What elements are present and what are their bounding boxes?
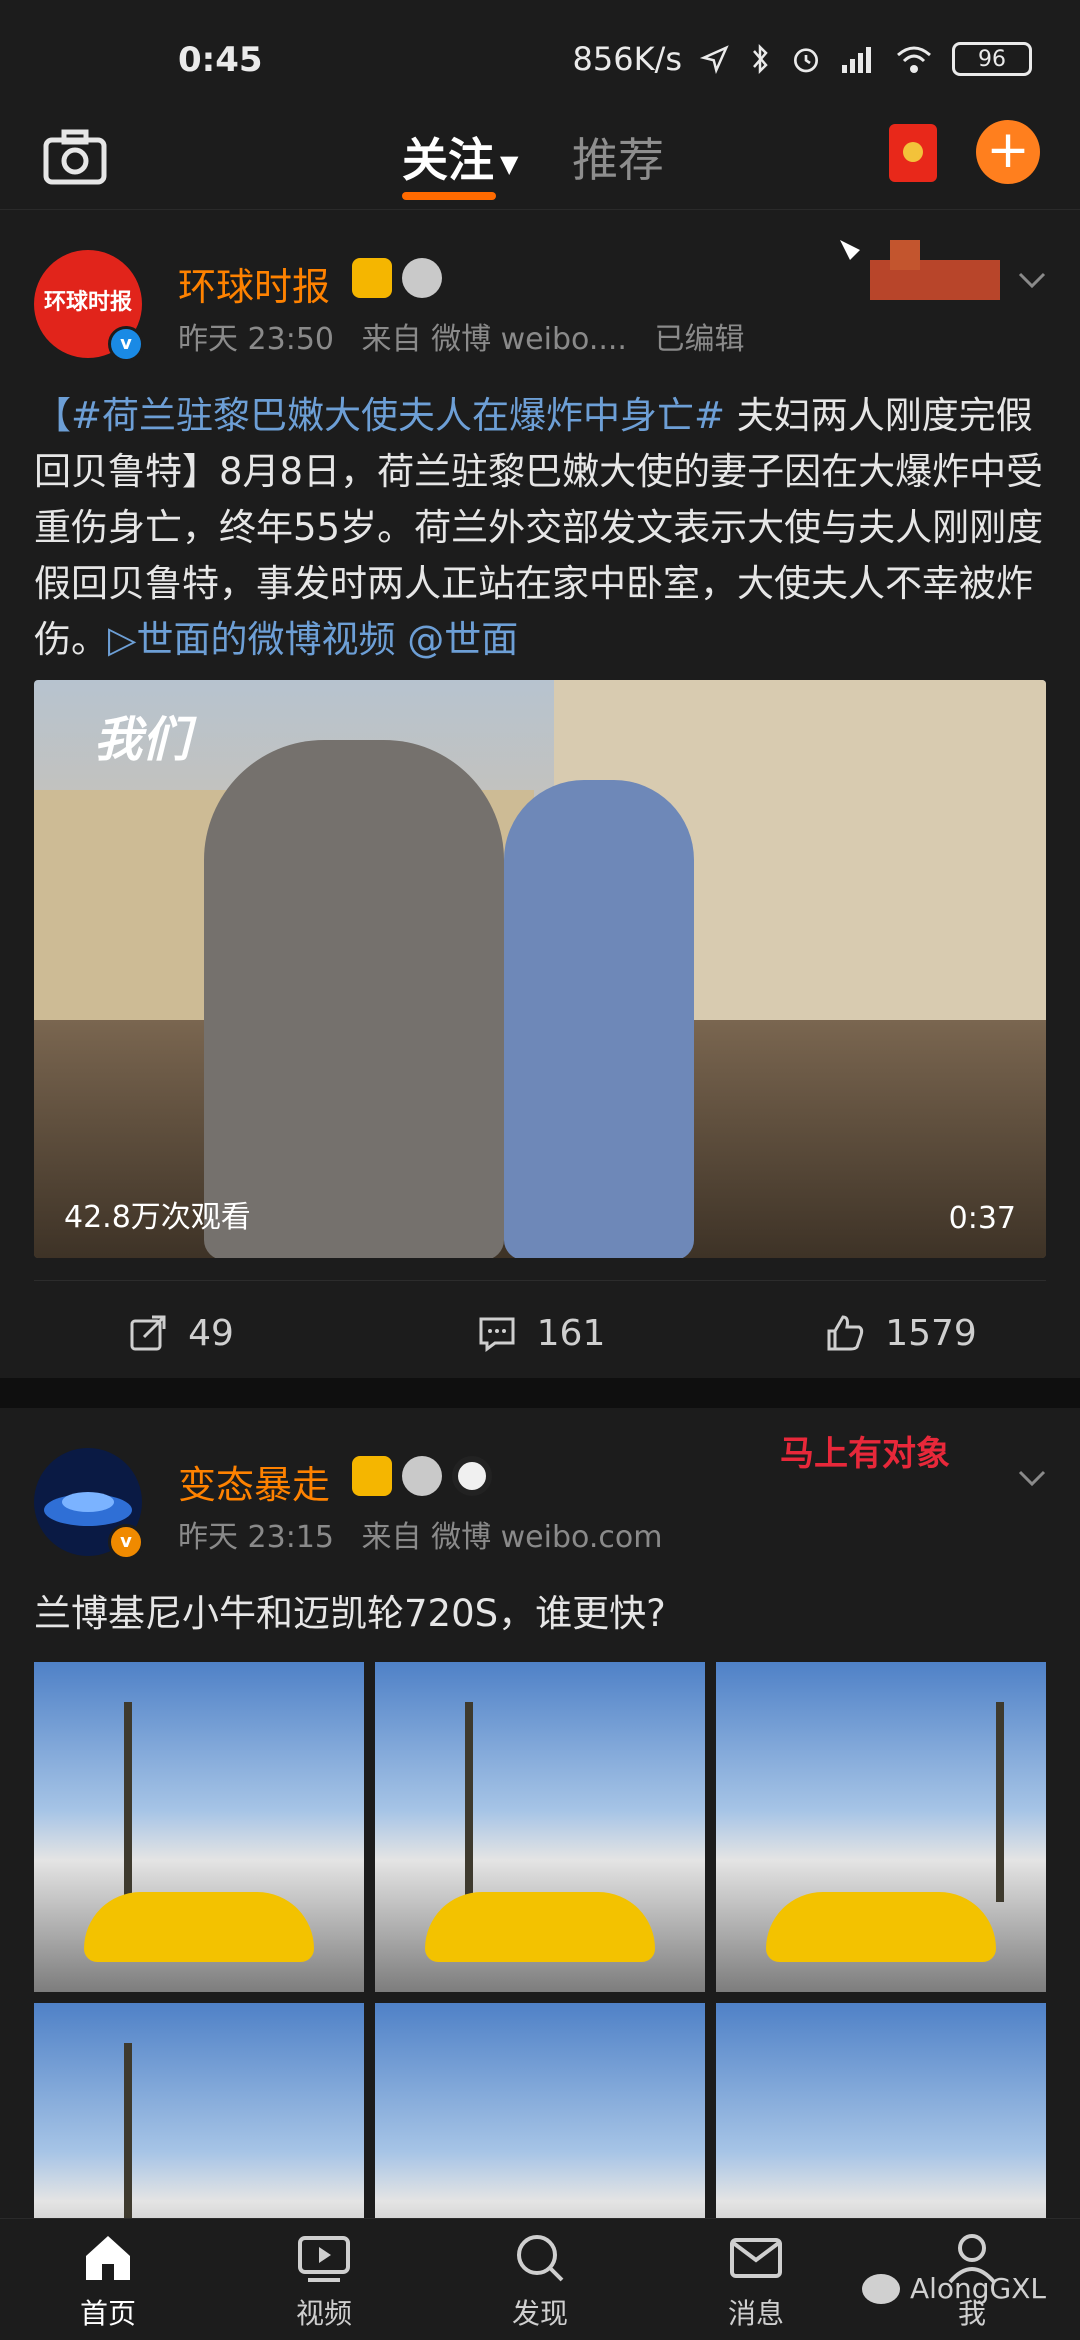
palm-tree <box>996 1702 1004 1902</box>
top-nav: 关注 ▼ 推荐 + <box>0 110 1080 210</box>
repost-icon <box>130 1315 166 1351</box>
compose-button[interactable]: + <box>976 120 1040 184</box>
repost-button[interactable]: 49 <box>0 1288 360 1378</box>
vip-crown-icon[interactable] <box>352 1456 392 1496</box>
post-time: 昨天 23:15 <box>178 1520 334 1555</box>
post-meta: 昨天 23:15 来自 微博 weibo.com <box>178 1512 680 1556</box>
post-text: 兰博基尼小牛和迈凯轮720S，谁更快? <box>34 1592 666 1635</box>
video-watermark: 我们 <box>94 712 191 768</box>
username[interactable]: 变态暴走 <box>178 1454 330 1509</box>
post-text: 【#荷兰驻黎巴嫩大使夫人在爆炸中身亡# 夫妇两人刚度完假回贝鲁特】8月8日，荷兰… <box>34 388 1044 668</box>
alarm-icon <box>794 48 818 73</box>
hashtag-link[interactable]: 【#荷兰驻黎巴嫩大使夫人在爆炸中身亡# <box>34 394 725 437</box>
camera-icon[interactable] <box>40 122 110 192</box>
palm-tree <box>124 1702 132 1902</box>
wifi-icon <box>897 46 931 73</box>
tab-follow[interactable]: 关注 ▼ <box>402 124 518 190</box>
medal-icon[interactable] <box>402 1456 442 1496</box>
edited-label[interactable]: 已编辑 <box>655 322 745 357</box>
status-icons: 856K/s 96 <box>572 40 1032 78</box>
yellow-car <box>425 1892 655 1962</box>
nav-video[interactable]: 视频 <box>216 2219 432 2340</box>
medal-icon[interactable] <box>402 258 442 298</box>
post-source: 来自 微博 weibo.com <box>361 1520 663 1555</box>
repost-count: 49 <box>188 1312 234 1354</box>
net-speed: 856K/s <box>572 40 682 78</box>
location-icon <box>700 45 729 74</box>
video-icon <box>298 2235 350 2282</box>
verified-badge-icon: v <box>108 1524 144 1560</box>
divider <box>34 1280 1046 1281</box>
post-actions: 49 161 1579 <box>0 1288 1080 1378</box>
cellular-signal-icon <box>842 47 871 73</box>
wechat-icon <box>861 2273 900 2304</box>
red-packet-icon[interactable] <box>889 124 937 182</box>
chevron-down-icon[interactable] <box>1014 1460 1050 1496</box>
yellow-car <box>84 1892 314 1962</box>
wechat-watermark: AlongGXL <box>861 2272 1046 2305</box>
video-duration: 0:37 <box>948 1201 1016 1236</box>
palm-tree <box>465 1702 473 1902</box>
caret-down-icon: ▼ <box>500 149 519 178</box>
tab-follow-label: 关注 <box>402 133 494 187</box>
username[interactable]: 环球时报 <box>178 256 330 311</box>
chevron-down-icon[interactable] <box>1014 262 1050 298</box>
like-count: 1579 <box>885 1312 977 1354</box>
photo-thumbnail[interactable] <box>375 1662 705 1992</box>
status-time: 0:45 <box>178 40 263 80</box>
palm-tree <box>124 2043 132 2243</box>
user-badges <box>352 1456 492 1496</box>
status-bar: 0:45 856K/s 96 <box>0 0 1080 110</box>
thumbs-up-icon <box>827 1315 864 1351</box>
sticker-text: 马上有对象 <box>780 1434 950 1474</box>
bluetooth-icon <box>753 43 768 75</box>
comment-button[interactable]: 161 <box>360 1288 720 1378</box>
nav-messages[interactable]: 消息 <box>648 2219 864 2340</box>
video-frame-person <box>204 740 504 1258</box>
comment-count: 161 <box>536 1312 606 1354</box>
sticker-decoration: 马上有对象 <box>780 1418 1000 1518</box>
home-icon <box>86 2235 130 2280</box>
mail-icon <box>730 2237 782 2278</box>
battery-indicator: 96 <box>952 42 1032 76</box>
video-source-link[interactable]: ▷世面的微博视频 @世面 <box>108 618 518 661</box>
search-icon <box>517 2234 564 2281</box>
great-wall-decoration-icon <box>840 240 1000 300</box>
nav-discover-label: 发现 <box>511 2296 568 2330</box>
user-badges <box>352 258 442 298</box>
like-button[interactable]: 1579 <box>720 1288 1080 1378</box>
video-player[interactable]: 我们 42.8万次观看 0:37 <box>34 680 1046 1258</box>
feed-separator <box>0 1378 1080 1408</box>
video-frame-person <box>504 780 694 1258</box>
nav-messages-label: 消息 <box>727 2296 784 2330</box>
post-meta: 昨天 23:50 来自 微博 weibo.... 已编辑 <box>178 314 763 358</box>
post-card[interactable]: v 变态暴走 昨天 23:15 来自 微博 weibo.com 马上有对象 兰博… <box>0 1408 1080 2333</box>
avatar-logo-text: 环球时报 <box>43 289 132 315</box>
panda-icon[interactable] <box>452 1456 492 1496</box>
tab-recommend[interactable]: 推荐 <box>572 124 664 190</box>
post-source: 来自 微博 weibo.... <box>361 322 627 357</box>
nav-discover[interactable]: 发现 <box>432 2219 648 2340</box>
nav-video-label: 视频 <box>295 2296 352 2330</box>
post-card[interactable]: 环球时报 v 环球时报 昨天 23:50 来自 微博 weibo.... 已编辑… <box>0 210 1080 1378</box>
nav-home-label: 首页 <box>79 2296 136 2330</box>
verified-badge-icon: v <box>108 326 144 362</box>
yellow-car <box>766 1892 996 1962</box>
video-view-count: 42.8万次观看 <box>64 1200 251 1235</box>
photo-thumbnail[interactable] <box>716 1662 1046 1992</box>
battery-level: 96 <box>978 46 1006 72</box>
post-time: 昨天 23:50 <box>178 322 334 357</box>
nav-home[interactable]: 首页 <box>0 2219 216 2340</box>
photo-thumbnail[interactable] <box>34 1662 364 1992</box>
active-tab-indicator <box>402 192 496 200</box>
comment-icon <box>479 1317 515 1352</box>
feed: 环球时报 v 环球时报 昨天 23:50 来自 微博 weibo.... 已编辑… <box>0 210 1080 2333</box>
vip-crown-icon[interactable] <box>352 258 392 298</box>
watermark-text: AlongGXL <box>909 2272 1046 2305</box>
